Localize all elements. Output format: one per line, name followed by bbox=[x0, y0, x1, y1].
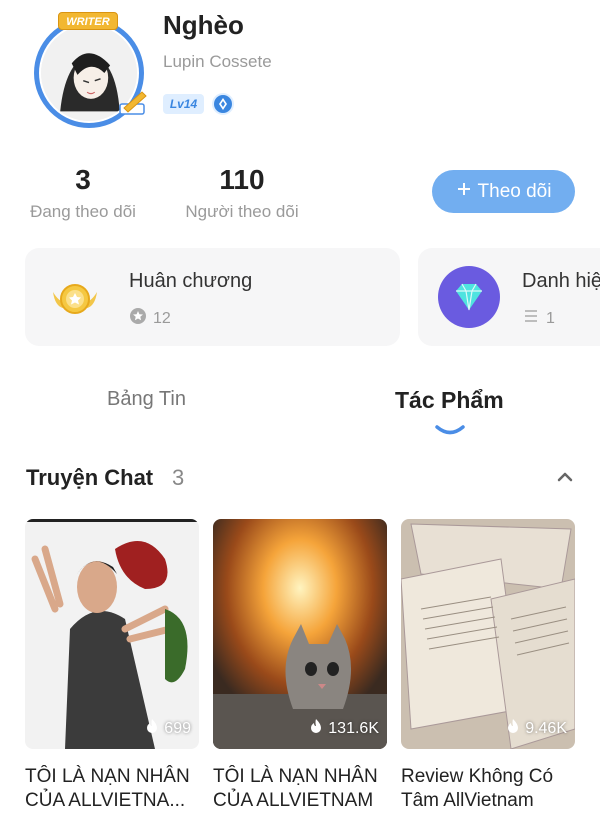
following-label: Đang theo dõi bbox=[30, 202, 136, 221]
star-circle-icon bbox=[129, 307, 147, 330]
fire-icon bbox=[309, 718, 323, 739]
titles-count-row: 1 bbox=[522, 307, 555, 330]
followers-label: Người theo dõi bbox=[185, 202, 299, 221]
views-count: 9.46K bbox=[506, 718, 567, 739]
level-badge[interactable]: Lv14 bbox=[163, 94, 204, 114]
titles-card[interactable]: Danh hiệu 1 bbox=[418, 248, 600, 346]
username: Nghèo bbox=[163, 10, 244, 40]
story-card[interactable]: 9.46K Review Không Có Tâm AllVietnam bbox=[401, 519, 575, 813]
following-stat[interactable]: 3 Đang theo dõi bbox=[24, 164, 142, 222]
story-title[interactable]: TÔI LÀ NẠN NHÂN CỦA ALLVIETNAM bbox=[213, 765, 395, 813]
follow-button-label: Theo dõi bbox=[477, 180, 552, 202]
tab-news[interactable]: Bảng Tin bbox=[107, 388, 186, 411]
story-card[interactable]: 131.6K TÔI LÀ NẠN NHÂN CỦA ALLVIETNAM bbox=[213, 519, 387, 813]
titles-title: Danh hiệu bbox=[522, 270, 600, 292]
pen-icon bbox=[119, 91, 147, 115]
story-thumbnail: 699 bbox=[25, 519, 199, 749]
avatar[interactable]: WRITER bbox=[28, 10, 150, 130]
medals-count: 12 bbox=[153, 309, 171, 327]
medals-count-row: 12 bbox=[129, 307, 171, 330]
list-icon bbox=[522, 307, 540, 330]
medals-card[interactable]: Huân chương 12 bbox=[25, 248, 400, 346]
views-value: 131.6K bbox=[328, 719, 379, 737]
story-thumbnail: 131.6K bbox=[213, 519, 387, 749]
medals-title: Huân chương bbox=[129, 270, 253, 292]
story-thumbnail: 9.46K bbox=[401, 519, 575, 749]
fire-icon bbox=[506, 718, 520, 739]
views-value: 699 bbox=[164, 719, 191, 737]
views-count: 131.6K bbox=[309, 718, 379, 739]
user-subname: Lupin Cossete bbox=[163, 52, 272, 71]
tab-active-indicator bbox=[435, 425, 465, 435]
vip-badge-icon[interactable] bbox=[212, 93, 234, 115]
story-card[interactable]: 699 TÔI LÀ NẠN NHÂN CỦA ALLVIETNA... bbox=[25, 519, 199, 813]
titles-count: 1 bbox=[546, 309, 555, 327]
tab-works[interactable]: Tác Phẩm bbox=[395, 387, 504, 414]
story-title[interactable]: Review Không Có Tâm AllVietnam bbox=[401, 765, 583, 813]
followers-count: 110 bbox=[219, 164, 265, 195]
writer-badge: WRITER bbox=[58, 12, 118, 30]
section-count: 3 bbox=[172, 465, 185, 490]
fire-icon bbox=[145, 718, 159, 739]
followers-stat[interactable]: 110 Người theo dõi bbox=[178, 164, 306, 222]
chevron-up-icon[interactable] bbox=[554, 466, 576, 488]
views-count: 699 bbox=[145, 718, 191, 739]
views-value: 9.46K bbox=[525, 719, 567, 737]
following-count: 3 bbox=[75, 164, 91, 195]
diamond-icon bbox=[438, 266, 500, 328]
story-title[interactable]: TÔI LÀ NẠN NHÂN CỦA ALLVIETNA... bbox=[25, 765, 207, 813]
section-title: Truyện Chat bbox=[26, 465, 154, 490]
plus-icon bbox=[456, 181, 472, 203]
follow-button[interactable]: Theo dõi bbox=[432, 170, 575, 213]
medal-icon bbox=[49, 272, 101, 324]
